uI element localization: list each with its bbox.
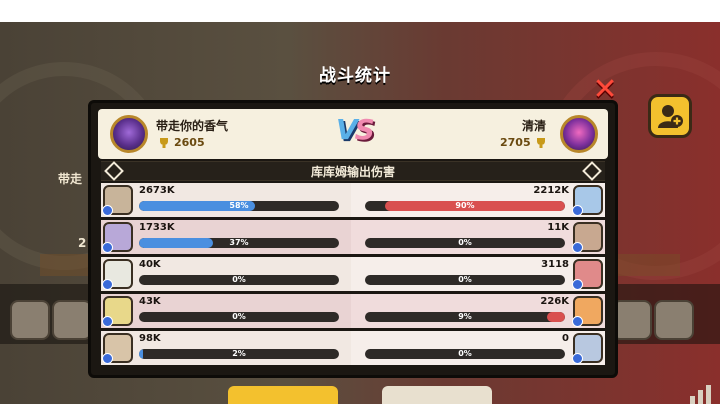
left-damage-percent: 37% xyxy=(229,238,249,247)
left-cell: 40K 0% xyxy=(101,257,351,291)
background-cookie-avatar xyxy=(52,300,92,340)
right-damage-bar: 9% xyxy=(365,312,565,322)
damage-table: 2673K 58% 90% 2212K 1733K 37% 0% 11K 40K… xyxy=(101,183,605,369)
player-right-trophy-count: 2705 xyxy=(500,136,531,149)
close-button[interactable]: ✕ xyxy=(592,75,617,105)
background-button xyxy=(382,386,492,404)
add-friend-button[interactable] xyxy=(648,94,692,138)
players-header: 带走你的香气 2605 VS 清清 2705 xyxy=(98,109,608,159)
player-right-avatar[interactable] xyxy=(560,115,598,153)
rank-badge-icon xyxy=(572,316,583,327)
rank-badge-icon xyxy=(102,316,113,327)
background-player-name: 带走 xyxy=(58,172,83,186)
right-cookie-avatar[interactable] xyxy=(572,333,603,364)
versus-emblem: VS xyxy=(336,113,375,146)
trophy-icon xyxy=(536,138,545,148)
player-left-name: 带走你的香气 xyxy=(156,119,229,133)
right-cookie-avatar[interactable] xyxy=(572,296,603,327)
background-trophy-count: 2 xyxy=(78,236,87,250)
right-damage-value: 3118 xyxy=(541,259,569,270)
left-cell: 43K 0% xyxy=(101,294,351,328)
left-damage-value: 40K xyxy=(139,259,161,270)
left-cookie-avatar[interactable] xyxy=(102,185,133,216)
right-damage-percent: 90% xyxy=(455,201,475,210)
left-damage-value: 1733K xyxy=(139,222,175,233)
page-title: 战斗统计 xyxy=(319,65,391,86)
left-damage-bar: 0% xyxy=(139,312,339,322)
right-cell: 90% 2212K xyxy=(351,183,605,217)
player-left-avatar[interactable] xyxy=(110,115,148,153)
left-damage-percent: 2% xyxy=(232,349,246,358)
right-damage-percent: 0% xyxy=(458,238,472,247)
battle-stats-panel: 带走你的香气 2605 VS 清清 2705 库库姆输出伤害 2673K 58%… xyxy=(88,100,618,378)
trophy-icon xyxy=(160,138,168,148)
rank-badge-icon xyxy=(102,205,113,216)
rank-badge-icon xyxy=(102,242,113,253)
right-cell: 0% 11K xyxy=(351,220,605,254)
right-damage-bar: 0% xyxy=(365,349,565,359)
player-left-trophies: 2605 xyxy=(158,136,205,149)
right-cell: 9% 226K xyxy=(351,294,605,328)
right-cookie-avatar[interactable] xyxy=(572,259,603,290)
rank-badge-icon xyxy=(572,205,583,216)
left-damage-percent: 0% xyxy=(232,275,246,284)
right-damage-value: 2212K xyxy=(533,185,569,196)
damage-row: 40K 0% 0% 3118 xyxy=(101,257,605,291)
background-cookie-avatar xyxy=(10,300,50,340)
left-damage-bar: 0% xyxy=(139,275,339,285)
background-cookie-avatar xyxy=(612,300,652,340)
right-cell: 0% 3118 xyxy=(351,257,605,291)
right-damage-value: 226K xyxy=(540,296,569,307)
left-damage-bar: 2% xyxy=(139,349,339,359)
right-damage-bar: 0% xyxy=(365,275,565,285)
rank-badge-icon xyxy=(572,353,583,364)
diamond-ornament-icon xyxy=(582,161,602,181)
damage-row: 98K 2% 0% 0 xyxy=(101,331,605,365)
left-cell: 98K 2% xyxy=(101,331,351,365)
damage-section-header: 库库姆输出伤害 xyxy=(101,161,605,181)
add-user-icon xyxy=(658,105,683,128)
section-title: 库库姆输出伤害 xyxy=(310,164,395,179)
left-cell: 1733K 37% xyxy=(101,220,351,254)
right-damage-percent: 0% xyxy=(458,349,472,358)
right-damage-bar: 90% xyxy=(365,201,565,211)
left-damage-value: 43K xyxy=(139,296,161,307)
player-right-trophies: 2705 xyxy=(500,136,547,149)
right-damage-bar: 0% xyxy=(365,238,565,248)
right-damage-percent: 9% xyxy=(458,312,472,321)
left-cell: 2673K 58% xyxy=(101,183,351,217)
right-damage-value: 0 xyxy=(562,333,569,344)
damage-row: 43K 0% 9% 226K xyxy=(101,294,605,328)
rank-badge-icon xyxy=(102,353,113,364)
player-left-trophy-count: 2605 xyxy=(174,136,205,149)
left-cookie-avatar[interactable] xyxy=(102,333,133,364)
background-cookie-avatar xyxy=(654,300,694,340)
left-damage-bar: 58% xyxy=(139,201,339,211)
left-cookie-avatar[interactable] xyxy=(102,259,133,290)
left-damage-bar: 37% xyxy=(139,238,339,248)
right-cookie-avatar[interactable] xyxy=(572,185,603,216)
left-cookie-avatar[interactable] xyxy=(102,296,133,327)
damage-row: 1733K 37% 0% 11K xyxy=(101,220,605,254)
background-button xyxy=(228,386,338,404)
rank-badge-icon xyxy=(572,242,583,253)
right-damage-value: 11K xyxy=(547,222,569,233)
damage-row: 2673K 58% 90% 2212K xyxy=(101,183,605,217)
diamond-ornament-icon xyxy=(104,161,124,181)
right-cell: 0% 0 xyxy=(351,331,605,365)
left-damage-percent: 0% xyxy=(232,312,246,321)
rank-badge-icon xyxy=(572,279,583,290)
left-cookie-avatar[interactable] xyxy=(102,222,133,253)
rank-badge-icon xyxy=(102,279,113,290)
player-right-name: 清清 xyxy=(522,119,547,133)
left-damage-percent: 58% xyxy=(229,201,249,210)
stats-chart-icon[interactable] xyxy=(688,382,714,404)
right-cookie-avatar[interactable] xyxy=(572,222,603,253)
right-damage-percent: 0% xyxy=(458,275,472,284)
left-damage-value: 98K xyxy=(139,333,161,344)
left-damage-value: 2673K xyxy=(139,185,175,196)
